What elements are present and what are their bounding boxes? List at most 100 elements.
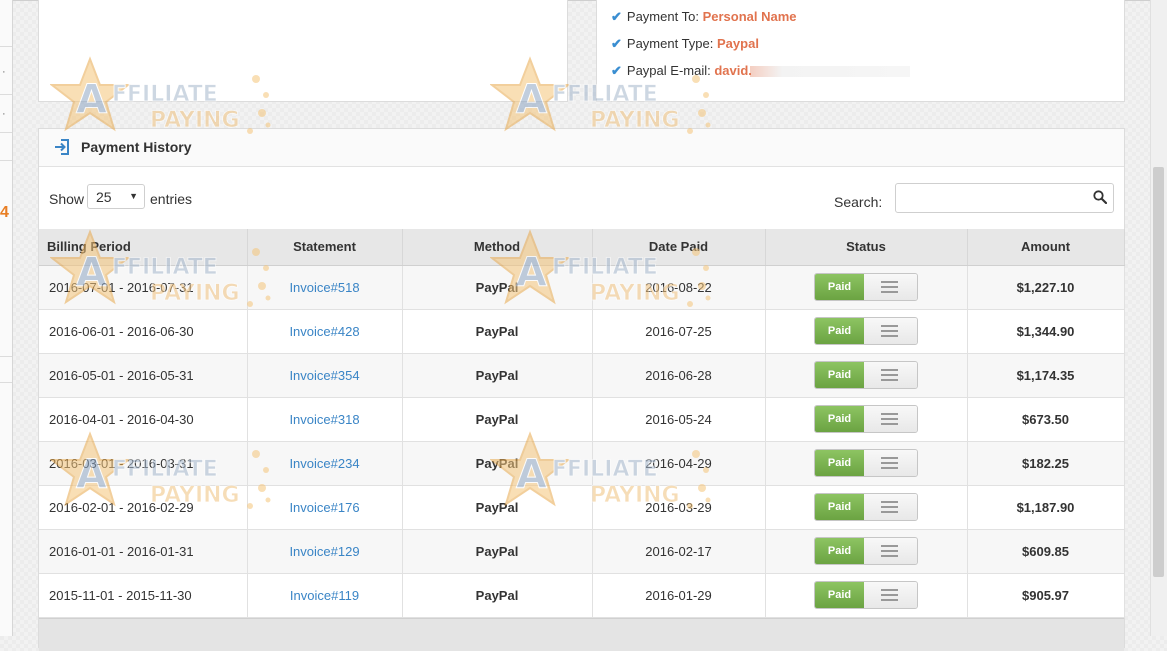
date-paid-cell: 2016-07-25 bbox=[592, 309, 766, 354]
status-toggle[interactable]: Paid bbox=[814, 361, 918, 389]
menu-icon bbox=[864, 582, 917, 608]
paypal-email-row: ✔ Paypal E-mail: david. bbox=[611, 63, 910, 79]
invoice-link[interactable]: Invoice#354 bbox=[289, 368, 359, 383]
invoice-link[interactable]: Invoice#318 bbox=[289, 412, 359, 427]
status-cell: Paid bbox=[765, 309, 968, 354]
method-cell: PayPal bbox=[402, 441, 593, 486]
column-header-method[interactable]: Method bbox=[402, 229, 593, 266]
method-cell: PayPal bbox=[402, 529, 593, 574]
status-toggle[interactable]: Paid bbox=[814, 405, 918, 433]
redacted-email-blur bbox=[749, 66, 910, 78]
entries-select-value: 25 bbox=[96, 189, 112, 205]
status-toggle-label: Paid bbox=[815, 362, 864, 388]
date-paid-cell: 2016-03-29 bbox=[592, 485, 766, 530]
method-cell: PayPal bbox=[402, 485, 593, 530]
status-toggle[interactable]: Paid bbox=[814, 493, 918, 521]
payment-type-value: Paypal bbox=[717, 36, 759, 51]
check-icon: ✔ bbox=[611, 63, 622, 78]
chevron-down-icon: ▼ bbox=[129, 191, 138, 201]
check-icon: ✔ bbox=[611, 9, 622, 24]
menu-icon bbox=[864, 362, 917, 388]
payment-info-panel: ✔ Payment To: Personal Name ✔ Payment Type… bbox=[596, 0, 1125, 102]
payment-history-header: Payment History bbox=[39, 129, 1124, 167]
date-paid-cell: 2016-02-17 bbox=[592, 529, 766, 574]
column-header-billing-period[interactable]: Billing Period bbox=[39, 229, 248, 266]
status-cell: Paid bbox=[765, 485, 968, 530]
menu-icon bbox=[864, 274, 917, 300]
invoice-link[interactable]: Invoice#234 bbox=[289, 456, 359, 471]
scrollbar-thumb[interactable] bbox=[1153, 167, 1164, 577]
method-cell: PayPal bbox=[402, 309, 593, 354]
date-paid-cell: 2016-05-24 bbox=[592, 397, 766, 442]
status-toggle-label: Paid bbox=[815, 538, 864, 564]
table-row: 2016-03-01 - 2016-03-31 Invoice#234 PayPal… bbox=[39, 441, 1125, 486]
column-header-amount[interactable]: Amount bbox=[967, 229, 1125, 266]
status-toggle[interactable]: Paid bbox=[814, 449, 918, 477]
payment-type-label: Payment Type: bbox=[626, 36, 714, 51]
payment-to-label: Payment To: bbox=[626, 9, 699, 24]
search-icon[interactable] bbox=[1093, 190, 1107, 204]
payment-to-value: Personal Name bbox=[702, 9, 797, 24]
amount-cell: $673.50 bbox=[967, 397, 1125, 442]
billing-period-cell: 2016-06-01 - 2016-06-30 bbox=[39, 309, 248, 354]
status-cell: Paid bbox=[765, 573, 968, 618]
status-toggle-label: Paid bbox=[815, 450, 864, 476]
show-label: Show bbox=[49, 191, 85, 207]
statement-cell: Invoice#518 bbox=[247, 265, 403, 310]
status-cell: Paid bbox=[765, 529, 968, 574]
paypal-email-value: david. bbox=[714, 63, 752, 78]
status-toggle[interactable]: Paid bbox=[814, 273, 918, 301]
amount-cell: $609.85 bbox=[967, 529, 1125, 574]
statement-cell: Invoice#354 bbox=[247, 353, 403, 398]
date-paid-cell: 2016-08-22 bbox=[592, 265, 766, 310]
sign-in-icon bbox=[55, 139, 69, 155]
menu-icon bbox=[864, 406, 917, 432]
payment-history-panel: Payment History Show 25 ▼ entries Search… bbox=[38, 128, 1125, 651]
paypal-email-label: Paypal E-mail: bbox=[626, 63, 711, 78]
menu-icon bbox=[864, 494, 917, 520]
entries-label: entries bbox=[150, 191, 193, 207]
statement-cell: Invoice#318 bbox=[247, 397, 403, 442]
status-cell: Paid bbox=[765, 265, 968, 310]
sidebar-accent-mark: 4 bbox=[0, 204, 9, 221]
status-toggle[interactable]: Paid bbox=[814, 581, 918, 609]
billing-period-cell: 2016-04-01 - 2016-04-30 bbox=[39, 397, 248, 442]
invoice-link[interactable]: Invoice#518 bbox=[289, 280, 359, 295]
column-header-status[interactable]: Status bbox=[765, 229, 968, 266]
sidebar-divider bbox=[0, 160, 12, 161]
amount-cell: $182.25 bbox=[967, 441, 1125, 486]
table-row: 2016-04-01 - 2016-04-30 Invoice#318 PayPal… bbox=[39, 397, 1125, 442]
statement-cell: Invoice#129 bbox=[247, 529, 403, 574]
status-toggle-label: Paid bbox=[815, 318, 864, 344]
amount-cell: $1,174.35 bbox=[967, 353, 1125, 398]
status-cell: Paid bbox=[765, 441, 968, 486]
table-row: 2016-05-01 - 2016-05-31 Invoice#354 PayPal… bbox=[39, 353, 1125, 398]
column-header-date-paid[interactable]: Date Paid bbox=[592, 229, 766, 266]
payment-history-table: Billing Period Statement Method Date Pai… bbox=[39, 229, 1125, 618]
method-cell: PayPal bbox=[402, 397, 593, 442]
invoice-link[interactable]: Invoice#176 bbox=[289, 500, 359, 515]
menu-icon bbox=[864, 538, 917, 564]
amount-cell: $1,187.90 bbox=[967, 485, 1125, 530]
menu-icon bbox=[864, 450, 917, 476]
method-cell: PayPal bbox=[402, 353, 593, 398]
table-footer bbox=[39, 618, 1124, 651]
search-input[interactable] bbox=[895, 183, 1114, 213]
payment-type-row: ✔ Payment Type: Paypal bbox=[611, 36, 759, 52]
entries-select[interactable]: 25 ▼ bbox=[87, 184, 145, 209]
date-paid-cell: 2016-01-29 bbox=[592, 573, 766, 618]
invoice-link[interactable]: Invoice#119 bbox=[290, 588, 359, 603]
status-toggle[interactable]: Paid bbox=[814, 537, 918, 565]
status-cell: Paid bbox=[765, 397, 968, 442]
status-toggle-label: Paid bbox=[815, 494, 864, 520]
table-row: 2016-01-01 - 2016-01-31 Invoice#129 PayPal… bbox=[39, 529, 1125, 574]
status-toggle[interactable]: Paid bbox=[814, 317, 918, 345]
billing-period-cell: 2015-11-01 - 2015-11-30 bbox=[39, 573, 248, 618]
account-panel bbox=[38, 0, 568, 102]
invoice-link[interactable]: Invoice#428 bbox=[289, 324, 359, 339]
column-header-statement[interactable]: Statement bbox=[247, 229, 403, 266]
date-paid-cell: 2016-06-28 bbox=[592, 353, 766, 398]
invoice-link[interactable]: Invoice#129 bbox=[289, 544, 359, 559]
method-cell: PayPal bbox=[402, 573, 593, 618]
table-row: 2016-02-01 - 2016-02-29 Invoice#176 PayPal… bbox=[39, 485, 1125, 530]
